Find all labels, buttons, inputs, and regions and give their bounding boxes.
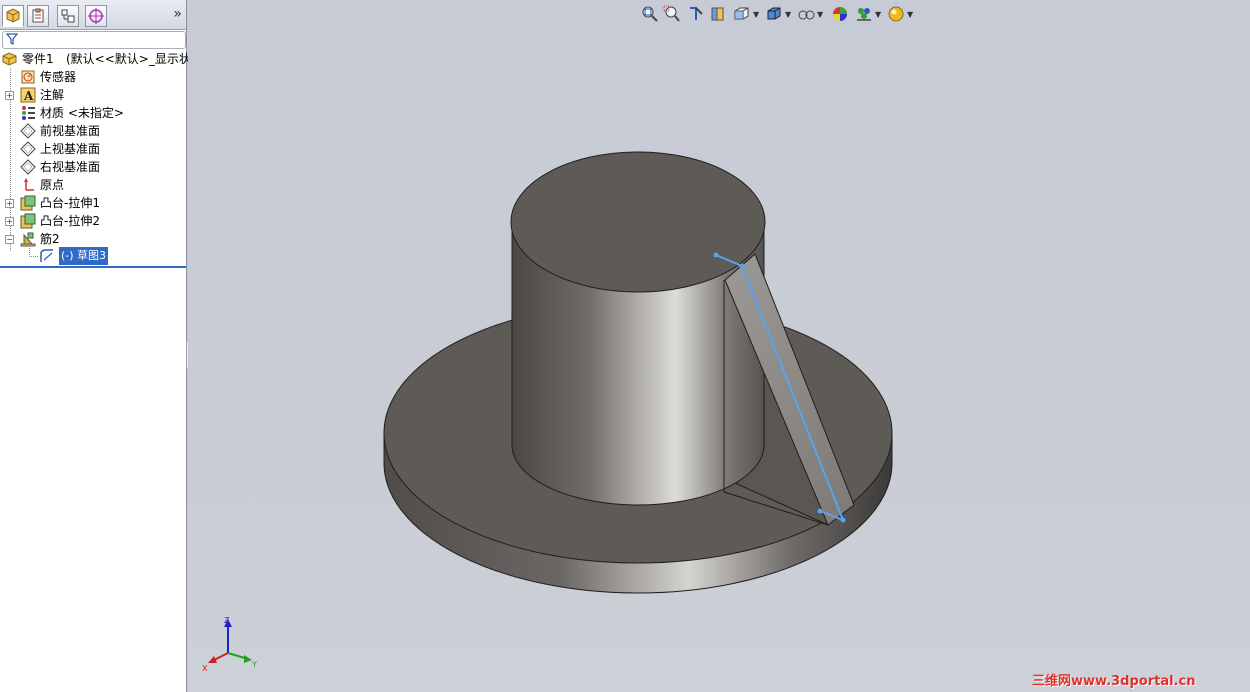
configuration-manager-icon (61, 9, 75, 23)
tree-item-label: (-) 草图3 (59, 247, 109, 265)
extrude-icon (20, 195, 36, 211)
section-view-icon (711, 7, 724, 21)
display-style-icon (767, 7, 781, 20)
filter-icon (6, 33, 18, 45)
display-style-button[interactable] (764, 4, 784, 24)
tab-dimxpert-manager[interactable] (85, 5, 107, 27)
view-orientation-button[interactable] (732, 4, 752, 24)
tree-item-label: 上视基准面 (40, 142, 101, 156)
part-name: 零件1 (22, 52, 54, 66)
reference-triad: Z Y X (202, 616, 257, 673)
origin-icon (24, 178, 34, 191)
tree-item-label: 传感器 (40, 70, 77, 84)
tree-item[interactable]: 材质 <未指定> (0, 104, 186, 122)
tab-property-manager[interactable] (27, 5, 49, 27)
edit-appearance-button[interactable] (830, 4, 850, 24)
tree-item-sketch3[interactable]: (-) 草图3 (0, 247, 186, 265)
graphics-area[interactable]: ▼ ▼ ▼ ▼ ▼ Z Y X (188, 0, 1250, 692)
hide-show-icon (798, 10, 815, 20)
tree-root[interactable]: 零件1 (默认<<默认>_显示状态 (0, 50, 203, 68)
part-config: (默认<<默认>_显示状态 (66, 52, 203, 66)
tree-item-label: 前视基准面 (40, 124, 101, 138)
hide-show-items-button[interactable] (796, 4, 816, 24)
tree-item[interactable]: 原点 (0, 176, 186, 194)
apply-scene-button[interactable] (854, 4, 874, 24)
scene-icon (857, 8, 871, 21)
material-icon (22, 106, 35, 120)
tree-item[interactable]: 右视基准面 (0, 158, 186, 176)
triad-z-label: Z (224, 616, 230, 625)
appearance-icon (833, 7, 847, 21)
tree-item[interactable]: 传感器 (0, 68, 186, 86)
sensor-icon (21, 70, 35, 84)
dimxpert-icon (88, 8, 104, 24)
feature-filter-input[interactable] (2, 31, 186, 49)
view-orientation-icon (734, 7, 749, 20)
triad-x-label: X (202, 664, 208, 673)
cylinder-top (510, 151, 766, 293)
tree-item[interactable]: − 筋2 (0, 230, 186, 248)
feature-manager-panel: » 零件1 (默认<<默认>_显示状态 传感器 + A 注解材质 <未指定> 前视基准面… (0, 0, 203, 692)
tab-configuration-manager[interactable] (57, 5, 79, 27)
tab-feature-tree[interactable] (2, 5, 24, 27)
zoom-to-area-button[interactable] (662, 4, 682, 24)
expand-toggle[interactable]: + (5, 91, 14, 100)
previous-view-icon (690, 7, 703, 20)
plane-icon (20, 141, 36, 157)
zoom-fit-icon (642, 6, 658, 22)
zoom-to-fit-button[interactable] (640, 4, 660, 24)
property-manager-icon (32, 8, 44, 23)
part-icon (2, 52, 17, 66)
tree-item-label: 材质 <未指定> (40, 106, 124, 120)
plane-icon (20, 123, 36, 139)
tree-item[interactable]: 前视基准面 (0, 122, 186, 140)
annotation-icon: A (20, 87, 36, 103)
rib-icon (20, 232, 36, 247)
tree-item-label: 筋2 (40, 232, 60, 246)
tree-item-label: 原点 (40, 178, 65, 192)
feature-manager-icon (6, 8, 20, 23)
watermark: 三维网www.3dportal.cn (1032, 674, 1196, 689)
svg-text:A: A (23, 89, 34, 103)
tree-item[interactable]: + 凸台-拉伸1 (0, 194, 186, 212)
collapse-toggle[interactable]: − (5, 235, 14, 244)
sketch-icon (40, 249, 53, 262)
zoom-area-icon (663, 5, 680, 22)
model-view (383, 151, 893, 594)
tree-item[interactable]: + A 注解 (0, 86, 186, 104)
tree-item-label: 凸台-拉伸2 (40, 214, 100, 228)
tree-selection-underline (0, 266, 186, 268)
more-tabs-button[interactable]: » (173, 6, 182, 22)
view-settings-button[interactable] (886, 4, 906, 24)
tree-item-label: 右视基准面 (40, 160, 101, 174)
tree-item[interactable]: 上视基准面 (0, 140, 186, 158)
view-settings-icon (888, 6, 904, 22)
feature-manager-tabbar: » (0, 0, 186, 30)
triad-y-label: Y (251, 660, 257, 669)
previous-view-button[interactable] (686, 4, 706, 24)
expand-toggle[interactable]: + (5, 217, 14, 226)
section-view-button[interactable] (708, 4, 728, 24)
plane-icon (20, 159, 36, 175)
expand-toggle[interactable]: + (5, 199, 14, 208)
tree-item[interactable]: + 凸台-拉伸2 (0, 212, 186, 230)
tree-item-label: 凸台-拉伸1 (40, 196, 100, 210)
tree-item-label: 注解 (40, 88, 65, 102)
extrude-icon (20, 213, 36, 229)
